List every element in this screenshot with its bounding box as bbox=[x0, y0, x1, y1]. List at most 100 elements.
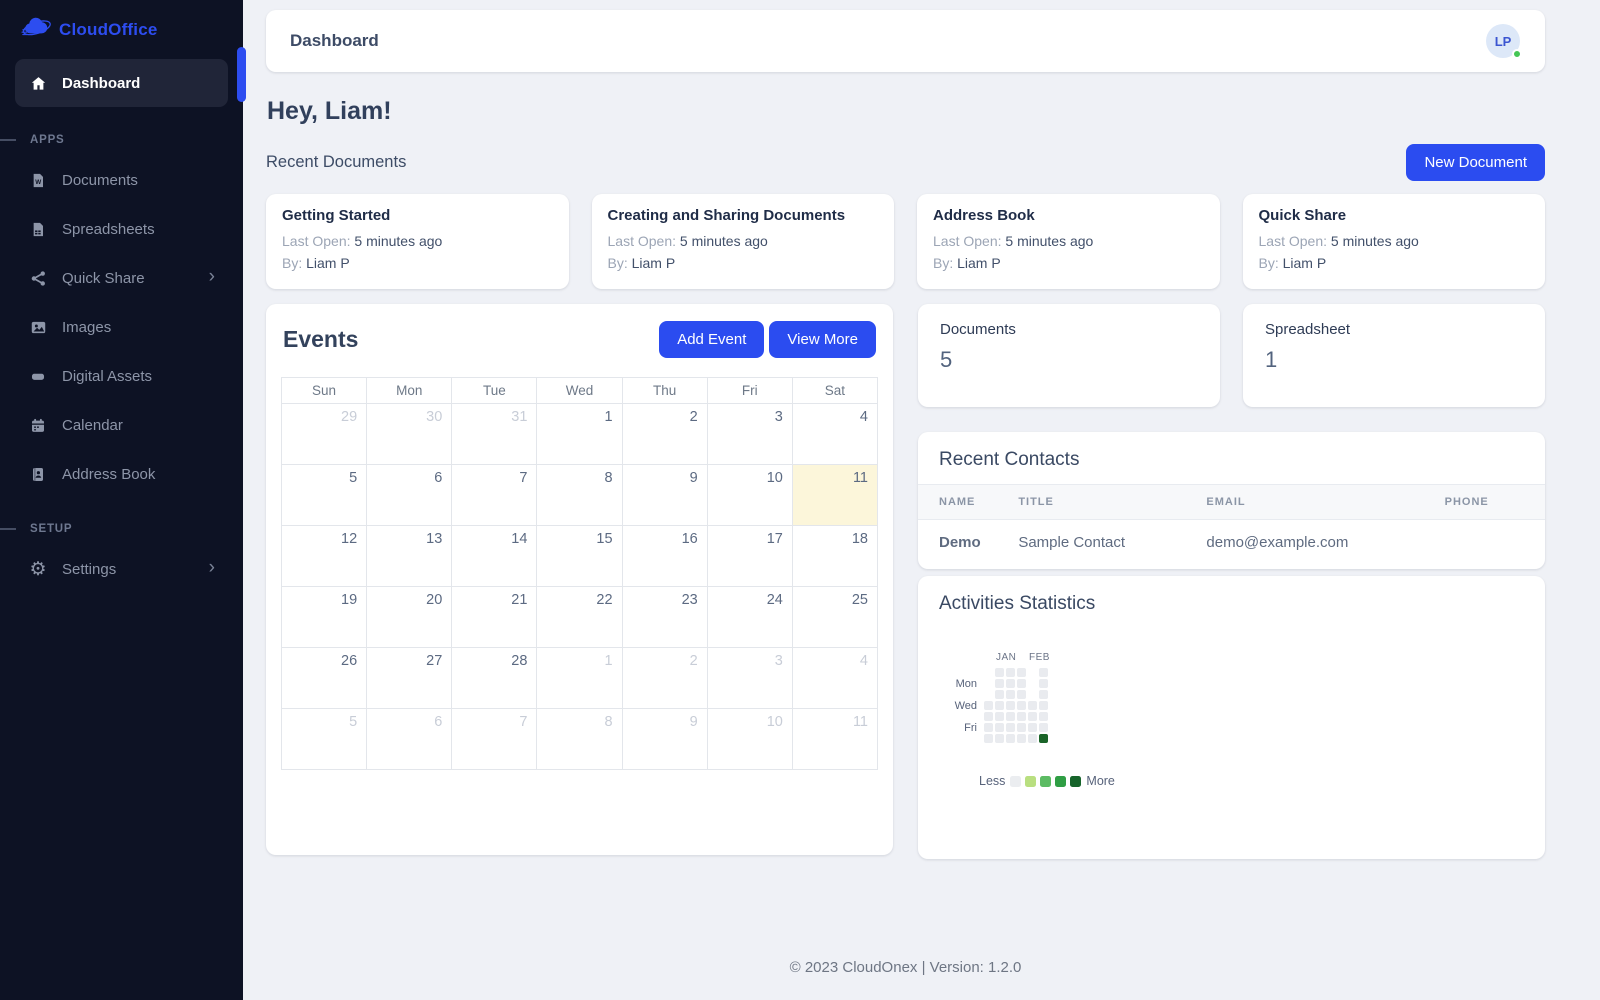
stat-label: Documents bbox=[940, 321, 1198, 338]
calendar-day-cell[interactable]: 23 bbox=[622, 587, 707, 648]
stat-card-documents[interactable]: Documents5 bbox=[918, 304, 1220, 407]
heatmap-cell bbox=[1039, 668, 1048, 677]
calendar-day-cell[interactable]: 11 bbox=[792, 709, 877, 770]
sidebar-item-documents[interactable]: WDocuments bbox=[15, 158, 228, 202]
calendar-day-cell[interactable]: 5 bbox=[282, 465, 367, 526]
calendar-day-cell[interactable]: 8 bbox=[537, 709, 622, 770]
calendar-week-row: 567891011 bbox=[282, 709, 878, 770]
new-document-button[interactable]: New Document bbox=[1406, 144, 1545, 181]
calendar-day-cell[interactable]: 16 bbox=[622, 526, 707, 587]
calendar-week-row: 2930311234 bbox=[282, 404, 878, 465]
calendar-day-cell[interactable]: 25 bbox=[792, 587, 877, 648]
last-open-value: 5 minutes ago bbox=[1331, 233, 1419, 249]
document-author: By: Liam P bbox=[282, 255, 553, 271]
document-card-title: Creating and Sharing Documents bbox=[608, 207, 879, 224]
activities-title: Activities Statistics bbox=[939, 593, 1524, 615]
calendar-week-row: 19202122232425 bbox=[282, 587, 878, 648]
gear-icon: ⚙ bbox=[28, 560, 48, 579]
heatmap-cell bbox=[1028, 701, 1037, 710]
address-book-icon bbox=[28, 466, 48, 483]
calendar-day-cell[interactable]: 18 bbox=[792, 526, 877, 587]
calendar-day-cell[interactable]: 10 bbox=[707, 465, 792, 526]
image-icon bbox=[28, 319, 48, 336]
calendar-day-cell[interactable]: 21 bbox=[452, 587, 537, 648]
heatmap-cell bbox=[984, 734, 993, 743]
calendar-day-cell[interactable]: 27 bbox=[367, 648, 452, 709]
calendar-day-cell[interactable]: 11 bbox=[792, 465, 877, 526]
heatmap-week-column bbox=[995, 668, 1004, 743]
digital-assets-icon bbox=[28, 368, 48, 385]
calendar-day-cell[interactable]: 19 bbox=[282, 587, 367, 648]
sidebar-item-address-book[interactable]: Address Book bbox=[15, 452, 228, 496]
sidebar-item-settings[interactable]: ⚙Settings› bbox=[15, 547, 228, 591]
calendar-day-cell[interactable]: 2 bbox=[622, 648, 707, 709]
calendar-day-cell[interactable]: 5 bbox=[282, 709, 367, 770]
calendar-day-cell[interactable]: 17 bbox=[707, 526, 792, 587]
user-avatar[interactable]: LP bbox=[1486, 24, 1520, 58]
calendar-day-cell[interactable]: 3 bbox=[707, 404, 792, 465]
document-card-getting-started[interactable]: Getting StartedLast Open: 5 minutes agoB… bbox=[266, 194, 569, 289]
calendar-day-cell[interactable]: 1 bbox=[537, 648, 622, 709]
cloudoffice-logo-icon bbox=[20, 13, 52, 46]
calendar-day-cell[interactable]: 1 bbox=[537, 404, 622, 465]
calendar-day-cell[interactable]: 7 bbox=[452, 465, 537, 526]
brand-name: CloudOffice bbox=[59, 20, 158, 40]
sidebar-item-calendar[interactable]: Calendar bbox=[15, 403, 228, 447]
calendar-day-cell[interactable]: 30 bbox=[367, 404, 452, 465]
calendar-day-cell[interactable]: 2 bbox=[622, 404, 707, 465]
sidebar-item-quick-share[interactable]: Quick Share› bbox=[15, 256, 228, 300]
legend-swatches bbox=[1010, 776, 1081, 787]
calendar-day-cell[interactable]: 10 bbox=[707, 709, 792, 770]
calendar-icon bbox=[28, 417, 48, 434]
document-card-address-book[interactable]: Address BookLast Open: 5 minutes agoBy: … bbox=[917, 194, 1220, 289]
calendar-day-cell[interactable]: 24 bbox=[707, 587, 792, 648]
svg-text:W: W bbox=[35, 179, 41, 186]
heatmap-cell bbox=[984, 712, 993, 721]
calendar-day-cell[interactable]: 9 bbox=[622, 465, 707, 526]
document-last-open: Last Open: 5 minutes ago bbox=[282, 233, 553, 249]
calendar-day-cell[interactable]: 12 bbox=[282, 526, 367, 587]
calendar-day-cell[interactable]: 29 bbox=[282, 404, 367, 465]
calendar-day-cell[interactable]: 8 bbox=[537, 465, 622, 526]
sidebar-item-spreadsheets[interactable]: Spreadsheets bbox=[15, 207, 228, 251]
page-title: Dashboard bbox=[290, 31, 379, 51]
stat-card-spreadsheet[interactable]: Spreadsheet1 bbox=[1243, 304, 1545, 407]
sidebar-item-dashboard[interactable]: Dashboard bbox=[15, 59, 228, 107]
share-icon bbox=[28, 270, 48, 287]
calendar-day-cell[interactable]: 14 bbox=[452, 526, 537, 587]
calendar-day-cell[interactable]: 20 bbox=[367, 587, 452, 648]
view-more-button[interactable]: View More bbox=[769, 321, 876, 358]
legend-less-label: Less bbox=[979, 774, 1005, 788]
sidebar-item-images[interactable]: Images bbox=[15, 305, 228, 349]
heatmap-cell bbox=[984, 723, 993, 732]
calendar-day-cell[interactable]: 7 bbox=[452, 709, 537, 770]
calendar-day-cell[interactable]: 4 bbox=[792, 648, 877, 709]
calendar-day-cell[interactable]: 31 bbox=[452, 404, 537, 465]
heatmap-week-column bbox=[1039, 668, 1048, 743]
calendar-week-row: 2627281234 bbox=[282, 648, 878, 709]
calendar-day-cell[interactable]: 22 bbox=[537, 587, 622, 648]
by-value: Liam P bbox=[1283, 255, 1327, 271]
calendar-day-cell[interactable]: 6 bbox=[367, 709, 452, 770]
sidebar-item-digital-assets[interactable]: Digital Assets bbox=[15, 354, 228, 398]
document-card-creating-and-sharing-documents[interactable]: Creating and Sharing DocumentsLast Open:… bbox=[592, 194, 895, 289]
legend-swatch bbox=[1010, 776, 1021, 787]
heatmap-cell bbox=[1006, 723, 1015, 732]
calendar-day-cell[interactable]: 15 bbox=[537, 526, 622, 587]
calendar-day-cell[interactable]: 9 bbox=[622, 709, 707, 770]
calendar-day-cell[interactable]: 13 bbox=[367, 526, 452, 587]
heatmap-cell bbox=[1028, 690, 1037, 699]
calendar-day-cell[interactable]: 6 bbox=[367, 465, 452, 526]
app-logo[interactable]: CloudOffice bbox=[0, 0, 243, 54]
activities-card: Activities Statistics JAN FEB MonWedFri … bbox=[918, 576, 1545, 859]
calendar-day-cell[interactable]: 4 bbox=[792, 404, 877, 465]
document-w-icon: W bbox=[28, 172, 48, 189]
heatmap-cell bbox=[1039, 712, 1048, 721]
calendar-day-cell[interactable]: 3 bbox=[707, 648, 792, 709]
calendar-day-cell[interactable]: 28 bbox=[452, 648, 537, 709]
document-card-quick-share[interactable]: Quick ShareLast Open: 5 minutes agoBy: L… bbox=[1243, 194, 1546, 289]
calendar-day-cell[interactable]: 26 bbox=[282, 648, 367, 709]
contact-name[interactable]: Demo bbox=[918, 520, 1018, 566]
add-event-button[interactable]: Add Event bbox=[659, 321, 764, 358]
calendar-weekday-header: Sat bbox=[792, 378, 877, 404]
